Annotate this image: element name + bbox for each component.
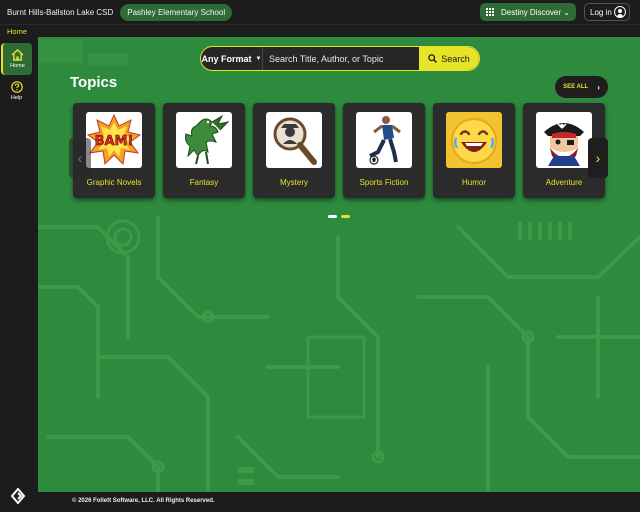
topic-card-mystery[interactable]: Mystery bbox=[253, 103, 335, 198]
carousel-prev-button[interactable]: ‹ bbox=[69, 138, 91, 178]
nav-home-label: Home bbox=[10, 63, 25, 69]
chevron-down-icon: ⌄ bbox=[563, 7, 570, 17]
caret-down-icon: ▼ bbox=[255, 55, 262, 62]
chevron-left-icon: ‹ bbox=[77, 150, 83, 166]
topic-card-label: Sports Fiction bbox=[359, 178, 409, 187]
search-button[interactable]: Search bbox=[419, 47, 479, 70]
search-bar: Any Format ▼ Search bbox=[200, 46, 480, 71]
login-label: Log in bbox=[590, 7, 612, 17]
nav-help-label: Help bbox=[10, 95, 23, 101]
follett-logo-icon bbox=[10, 488, 26, 504]
breadcrumb-home[interactable]: Home bbox=[7, 27, 27, 36]
main-content: Any Format ▼ Search Topics SEE ALL › BAM… bbox=[38, 37, 640, 492]
nav-item-help[interactable]: Help bbox=[1, 75, 32, 107]
destiny-discover-menu[interactable]: Destiny Discover ⌄ bbox=[480, 3, 576, 21]
soccer-player-icon bbox=[356, 112, 412, 168]
carousel-next-button[interactable]: › bbox=[588, 138, 608, 178]
left-nav: Home Help bbox=[0, 37, 38, 512]
topic-card-label: Adventure bbox=[545, 178, 583, 187]
login-button[interactable]: Log in bbox=[584, 3, 630, 21]
breadcrumb: Home bbox=[0, 24, 640, 37]
search-icon bbox=[428, 54, 438, 63]
bam-comic-icon: BAM! bbox=[86, 112, 142, 168]
topic-card-label: Humor bbox=[461, 178, 486, 187]
see-all-button[interactable]: SEE ALL › bbox=[555, 76, 608, 98]
carousel-dot-1[interactable] bbox=[328, 215, 337, 218]
chevron-right-icon: › bbox=[595, 150, 601, 166]
see-all-label: SEE ALL bbox=[563, 84, 589, 90]
pirate-icon bbox=[536, 112, 592, 168]
search-input[interactable] bbox=[263, 47, 419, 70]
user-icon bbox=[614, 6, 626, 18]
topic-card-label: Mystery bbox=[280, 178, 308, 187]
laughing-emoji-icon bbox=[446, 112, 502, 168]
top-bar: Burnt Hills-Ballston Lake CSD Pashley El… bbox=[0, 0, 640, 24]
nav-item-home[interactable]: Home bbox=[1, 43, 32, 75]
discover-label: Destiny Discover bbox=[501, 7, 562, 17]
topic-card-sports-fiction[interactable]: Sports Fiction bbox=[343, 103, 425, 198]
chevron-right-icon: › bbox=[597, 82, 600, 92]
help-icon bbox=[10, 81, 23, 93]
apps-grid-icon bbox=[486, 7, 495, 17]
svg-text:BAM!: BAM! bbox=[95, 134, 134, 149]
topic-card-label: Graphic Novels bbox=[86, 178, 142, 187]
district-name: Burnt Hills-Ballston Lake CSD bbox=[7, 7, 114, 17]
topics-heading: Topics bbox=[70, 74, 118, 91]
topic-card-label: Fantasy bbox=[189, 178, 219, 187]
format-dropdown[interactable]: Any Format ▼ bbox=[201, 47, 263, 70]
copyright-text: © 2026 Follett Software, LLC. All Rights… bbox=[72, 498, 215, 504]
carousel-dot-2[interactable] bbox=[341, 215, 350, 218]
format-label: Any Format bbox=[201, 53, 252, 64]
topic-card-humor[interactable]: Humor bbox=[433, 103, 515, 198]
topic-card-fantasy[interactable]: Fantasy bbox=[163, 103, 245, 198]
search-button-label: Search bbox=[441, 53, 470, 64]
footer: © 2026 Follett Software, LLC. All Rights… bbox=[38, 492, 640, 512]
carousel-pagination bbox=[328, 215, 350, 218]
school-selector[interactable]: Pashley Elementary School bbox=[120, 3, 233, 21]
dragon-icon bbox=[176, 112, 232, 168]
home-icon bbox=[11, 49, 24, 61]
magnifier-detective-icon bbox=[266, 112, 322, 168]
